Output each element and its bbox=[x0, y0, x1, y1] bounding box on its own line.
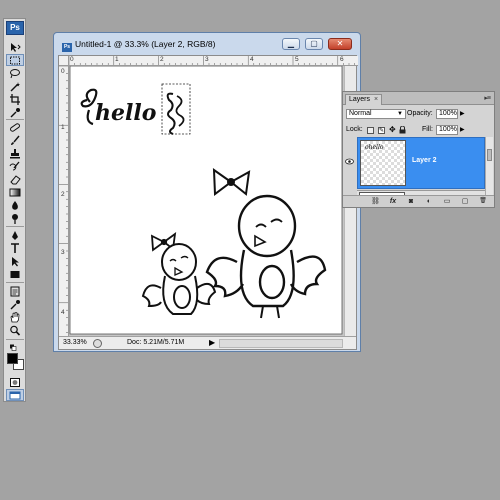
maximize-button[interactable]: ▢ bbox=[305, 38, 323, 50]
eye-icon[interactable] bbox=[345, 158, 354, 165]
tab-layers[interactable]: Layers × bbox=[345, 94, 383, 105]
ruler-corner[interactable] bbox=[59, 56, 69, 66]
vertical-ruler[interactable]: 0 1 2 3 4 bbox=[59, 66, 69, 336]
mask-icon[interactable]: ◙ bbox=[407, 198, 415, 205]
close-button[interactable]: ✕ bbox=[328, 38, 352, 50]
hand-tool-icon[interactable] bbox=[6, 311, 24, 323]
status-menu-arrow[interactable]: ▶ bbox=[209, 337, 215, 349]
tools-panel: Ps bbox=[3, 18, 26, 402]
clone-stamp-tool-icon[interactable] bbox=[6, 147, 24, 159]
ruler-label: 3 bbox=[61, 249, 65, 256]
chevron-down-icon: ▼ bbox=[397, 111, 403, 117]
lock-position-icon[interactable]: ✥ bbox=[389, 126, 396, 134]
blur-tool-icon[interactable] bbox=[6, 199, 24, 211]
layers-scrollbar[interactable] bbox=[485, 137, 493, 197]
document-size-info: Doc: 5.21M/5.71M bbox=[127, 339, 185, 346]
opacity-slider-arrow[interactable]: ▶ bbox=[460, 109, 465, 119]
fill-label: Fill: bbox=[422, 126, 433, 133]
layers-footer: ⛓ fx ◙ ◐ ▭ ▢ 🗑 bbox=[343, 195, 494, 207]
default-colors-icon[interactable] bbox=[6, 343, 24, 351]
brush-tool-icon[interactable] bbox=[6, 134, 24, 146]
healing-brush-tool-icon[interactable] bbox=[6, 121, 24, 133]
history-brush-tool-icon[interactable] bbox=[6, 160, 24, 172]
horizontal-ruler[interactable]: 0 1 2 3 4 5 6 bbox=[69, 56, 358, 66]
eyedropper-tool-icon[interactable] bbox=[6, 298, 24, 310]
ruler-label: 0 bbox=[61, 68, 65, 75]
ruler-label: 1 bbox=[61, 124, 65, 131]
path-selection-tool-icon[interactable] bbox=[6, 255, 24, 267]
ruler-label: 1 bbox=[115, 56, 119, 63]
horizontal-scrollbar[interactable] bbox=[219, 339, 343, 348]
photoshop-logo: Ps bbox=[6, 21, 24, 35]
quick-mask-icon[interactable] bbox=[6, 376, 24, 388]
new-layer-icon[interactable]: ▢ bbox=[461, 198, 469, 205]
layer-thumbnail: ohello bbox=[360, 140, 406, 186]
panel-menu-icon[interactable]: ▸≡ bbox=[484, 94, 491, 102]
tab-close-icon[interactable]: × bbox=[374, 96, 378, 103]
lock-pixels-icon[interactable]: ✎ bbox=[378, 127, 385, 134]
lock-transparency-icon[interactable] bbox=[367, 127, 374, 134]
minimize-button[interactable]: ▁ bbox=[282, 38, 300, 50]
type-tool-icon[interactable] bbox=[6, 242, 24, 254]
adjustment-icon[interactable]: ◐ bbox=[425, 198, 433, 205]
layer-row-selected[interactable]: ohello Layer 2 bbox=[357, 137, 485, 189]
blend-mode-value: Normal bbox=[349, 110, 372, 117]
layer-name[interactable]: Layer 2 bbox=[412, 157, 437, 164]
gradient-tool-icon[interactable] bbox=[6, 186, 24, 198]
folder-icon[interactable]: ▭ bbox=[443, 198, 451, 205]
marquee-tool-icon[interactable] bbox=[6, 54, 24, 66]
zoom-icon bbox=[93, 339, 102, 348]
opacity-label: Opacity: bbox=[407, 110, 433, 117]
zoom-tool-icon[interactable] bbox=[6, 324, 24, 336]
tab-layers-label: Layers bbox=[349, 96, 371, 103]
ruler-label: 2 bbox=[61, 191, 65, 198]
pen-tool-icon[interactable] bbox=[6, 229, 24, 241]
layer-thumbnail-text: ohello bbox=[365, 144, 384, 151]
notes-tool-icon[interactable] bbox=[6, 285, 24, 297]
ruler-label: 6 bbox=[340, 56, 344, 63]
move-tool-icon[interactable] bbox=[6, 41, 24, 53]
ruler-label: 0 bbox=[70, 56, 74, 63]
blend-mode-select[interactable]: Normal ▼ bbox=[346, 109, 406, 119]
canvas-pasteboard[interactable]: hello bbox=[69, 66, 346, 336]
layers-tab-bar: Layers × ▸≡ bbox=[343, 92, 494, 105]
rectangle-tool-icon[interactable] bbox=[6, 268, 24, 280]
fill-input[interactable]: 100% bbox=[436, 125, 458, 135]
scrollbar-thumb[interactable] bbox=[487, 149, 492, 161]
document-client-area: 0 1 2 3 4 5 6 0 1 2 3 4 hello 33.33% Doc… bbox=[58, 55, 358, 350]
layers-panel: Layers × ▸≡ Normal ▼ Opacity: 100% ▶ Lock:… bbox=[342, 91, 495, 208]
ruler-label: 3 bbox=[205, 56, 209, 63]
canvas-artwork[interactable]: hello bbox=[69, 66, 346, 336]
trash-icon[interactable]: 🗑 bbox=[479, 198, 487, 205]
crop-tool-icon[interactable] bbox=[6, 93, 24, 105]
ruler-label: 2 bbox=[160, 56, 164, 63]
document-title: Ps Untitled-1 @ 33.3% (Layer 2, RGB/8) bbox=[62, 39, 215, 52]
lock-all-icon[interactable] bbox=[399, 125, 406, 134]
lasso-tool-icon[interactable] bbox=[6, 67, 24, 79]
fill-slider-arrow[interactable]: ▶ bbox=[460, 125, 465, 135]
status-bar: 33.33% Doc: 5.21M/5.71M ▶ bbox=[59, 336, 356, 349]
screen-mode-icon[interactable] bbox=[6, 389, 24, 401]
ruler-label: 4 bbox=[61, 309, 65, 316]
eraser-tool-icon[interactable] bbox=[6, 173, 24, 185]
fx-icon[interactable]: fx bbox=[389, 198, 397, 205]
foreground-color-swatch-top[interactable] bbox=[7, 353, 18, 364]
document-window[interactable]: Ps Untitled-1 @ 33.3% (Layer 2, RGB/8) ▁ … bbox=[53, 32, 361, 352]
dodge-tool-icon[interactable] bbox=[6, 212, 24, 224]
ruler-label: 4 bbox=[250, 56, 254, 63]
ruler-label: 5 bbox=[295, 56, 299, 63]
link-icon[interactable]: ⛓ bbox=[371, 198, 380, 205]
magic-wand-tool-icon[interactable] bbox=[6, 80, 24, 92]
document-title-text: Untitled-1 @ 33.3% (Layer 2, RGB/8) bbox=[75, 39, 216, 49]
hello-text: hello bbox=[95, 100, 156, 126]
photoshop-document-icon: Ps bbox=[62, 43, 72, 52]
eyedropper-tool-icon[interactable] bbox=[6, 106, 24, 118]
lock-label: Lock: bbox=[346, 126, 363, 133]
zoom-level[interactable]: 33.33% bbox=[63, 337, 87, 349]
opacity-input[interactable]: 100% bbox=[436, 109, 458, 119]
